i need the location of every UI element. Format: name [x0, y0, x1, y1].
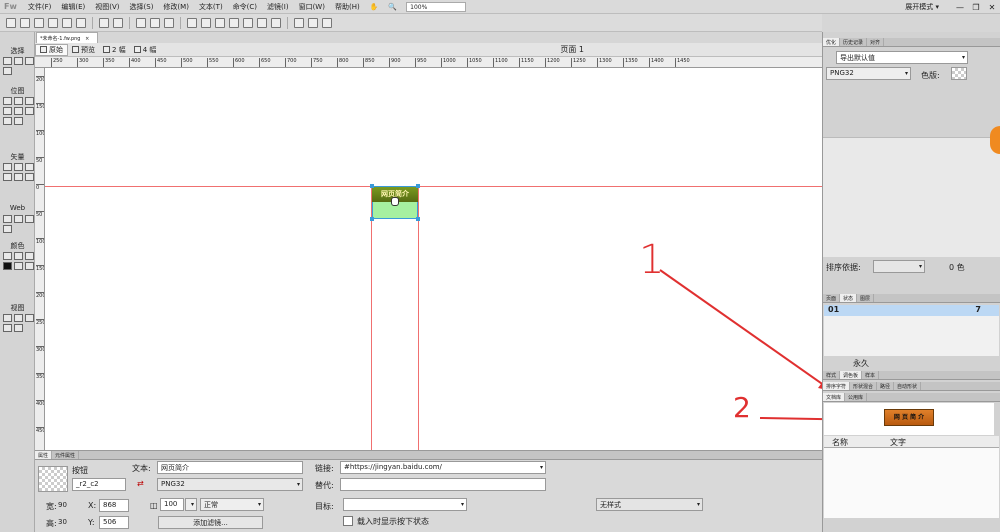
library-col-name[interactable]: 名称 — [832, 437, 848, 448]
tab-symbol-properties[interactable]: 元件属性 — [52, 451, 80, 459]
library-header: 名称 文字 — [824, 436, 999, 448]
library-preview: 网 页 简 介 — [824, 403, 994, 435]
color-count: 0 色 — [949, 263, 965, 272]
format-select[interactable]: PNG32 ▾ — [826, 67, 911, 80]
instance-name-field[interactable]: _r2_c2 — [72, 478, 126, 491]
opacity-dropdown[interactable]: ▾ — [185, 498, 197, 511]
target-label: 目标: — [315, 502, 334, 511]
tab-shape-blend[interactable]: 形状混合 — [850, 382, 878, 390]
library-col-text[interactable]: 文字 — [890, 437, 906, 448]
instance-name-value: _r2_c2 — [76, 480, 99, 488]
palette-swatch[interactable] — [951, 67, 967, 80]
tab-history[interactable]: 历史记录 — [840, 38, 868, 46]
tab-common-library[interactable]: 公用库 — [845, 393, 868, 401]
link-value: #https://jingyan.baidu.com/ — [344, 463, 442, 471]
add-filter-button[interactable]: 添加滤镜... — [158, 516, 263, 529]
object-type-label: 按钮 — [72, 466, 88, 475]
state-row-number: 7 — [975, 305, 981, 314]
color-table — [823, 137, 1000, 257]
export-icon: ⇄ — [137, 479, 144, 488]
x-value: 868 — [103, 501, 117, 509]
y-field[interactable]: 506 — [99, 516, 129, 529]
state-row[interactable]: 01 7 — [824, 305, 999, 316]
chevron-down-icon: ▾ — [918, 263, 922, 270]
x-label: X: — [88, 501, 97, 510]
tab-swatches[interactable]: 样本 — [862, 371, 880, 379]
export-format-value: PNG32 — [161, 480, 185, 488]
style-tabs: 样式 调色板 样本 — [823, 371, 1000, 380]
chevron-down-icon: ▾ — [696, 501, 700, 508]
link-label: 链接: — [315, 464, 334, 473]
blend-mode-select[interactable]: 正常 ▾ — [200, 498, 264, 511]
opacity-icon: ◫ — [150, 501, 158, 510]
export-format-select[interactable]: PNG32 ▾ — [157, 478, 303, 491]
tab-auto-shapes[interactable]: 自动形状 — [894, 382, 922, 390]
button-text-field[interactable]: 网页简介 — [157, 461, 303, 474]
properties-tabs: 属性 元件属性 — [35, 451, 822, 460]
x-field[interactable]: 868 — [99, 499, 129, 512]
link-field[interactable]: #https://jingyan.baidu.com/ ▾ — [340, 461, 546, 474]
annotation-2: 2 — [733, 391, 751, 424]
floating-badge-icon[interactable] — [990, 126, 1000, 154]
tab-palette[interactable]: 调色板 — [840, 371, 863, 379]
tab-path[interactable]: 路径 — [877, 382, 895, 390]
style-value: 无样式 — [600, 501, 621, 509]
library-button-thumbnail: 网 页 简 介 — [884, 409, 934, 426]
alt-label: 替代: — [315, 481, 334, 490]
height-label: 高: — [46, 519, 57, 528]
optimize-tabs: 优化 历史记录 对齐 — [823, 38, 1000, 47]
alt-field[interactable] — [340, 478, 546, 491]
arrow-line-1 — [659, 269, 829, 389]
tab-styles[interactable]: 样式 — [823, 371, 841, 379]
text-label: 文本: — [132, 464, 151, 473]
height-field[interactable]: 30 — [57, 516, 70, 529]
export-default-value: 导出默认值 — [840, 54, 875, 62]
tab-optimize[interactable]: 优化 — [823, 38, 841, 46]
pages-tabs: 页面 状态 图层 — [823, 294, 1000, 303]
style-select[interactable]: 无样式 ▾ — [596, 498, 703, 511]
tab-align[interactable]: 对齐 — [867, 38, 885, 46]
chevron-down-icon: ▾ — [296, 481, 300, 488]
load-down-checkbox[interactable] — [343, 516, 353, 526]
load-down-label: 载入时显示按下状态 — [357, 517, 429, 526]
library-tabs: 文档库 公用库 — [823, 393, 1000, 402]
sort-label: 排序依据: — [826, 263, 861, 272]
tab-properties[interactable]: 属性 — [35, 451, 53, 459]
chevron-down-icon: ▾ — [539, 464, 543, 471]
object-thumbnail — [38, 466, 68, 492]
tab-char-sort[interactable]: 排序字符 — [823, 382, 851, 390]
properties-panel: 属性 元件属性 按钮 _r2_c2 文本: 网页简介 ⇄ PNG32 ▾ 链接: … — [35, 450, 822, 532]
right-panel: 优化 历史记录 对齐 导出默认值 ▾ PNG32 ▾ 色版: 排序依据: ▾ 0 色… — [822, 32, 1000, 532]
width-value: 90 — [58, 501, 67, 509]
y-label: Y: — [88, 518, 95, 527]
chevron-down-icon: ▾ — [961, 54, 965, 61]
export-default-select[interactable]: 导出默认值 ▾ — [836, 51, 968, 64]
palette-label: 色版: — [921, 71, 940, 80]
width-label: 宽: — [46, 502, 57, 511]
add-filter-label: 添加滤镜... — [193, 519, 228, 527]
height-value: 30 — [58, 518, 67, 526]
chevron-down-icon: ▾ — [190, 501, 194, 508]
target-select[interactable]: ▾ — [343, 498, 467, 511]
chevron-down-icon: ▾ — [257, 501, 261, 508]
states-list — [824, 316, 999, 356]
library-list — [824, 448, 999, 518]
y-value: 506 — [103, 518, 117, 526]
sort-select[interactable]: ▾ — [873, 260, 925, 273]
button-text-value: 网页简介 — [161, 464, 189, 472]
tab-document-library[interactable]: 文档库 — [823, 393, 846, 401]
chevron-down-icon: ▾ — [460, 501, 464, 508]
tab-layers[interactable]: 图层 — [857, 294, 875, 302]
blend-mode-value: 正常 — [204, 501, 218, 509]
state-row-label: 01 — [828, 305, 840, 314]
forever-label: 永久 — [853, 359, 869, 368]
chevron-down-icon: ▾ — [904, 70, 908, 77]
tab-pages[interactable]: 页面 — [823, 294, 841, 302]
width-field[interactable]: 90 — [57, 499, 70, 512]
tab-states[interactable]: 状态 — [840, 294, 858, 302]
opacity-field[interactable]: 100 — [160, 498, 184, 511]
format-value: PNG32 — [830, 69, 854, 77]
style-tabs-2: 排序字符 形状混合 路径 自动形状 — [823, 382, 1000, 391]
opacity-value: 100 — [164, 500, 178, 508]
